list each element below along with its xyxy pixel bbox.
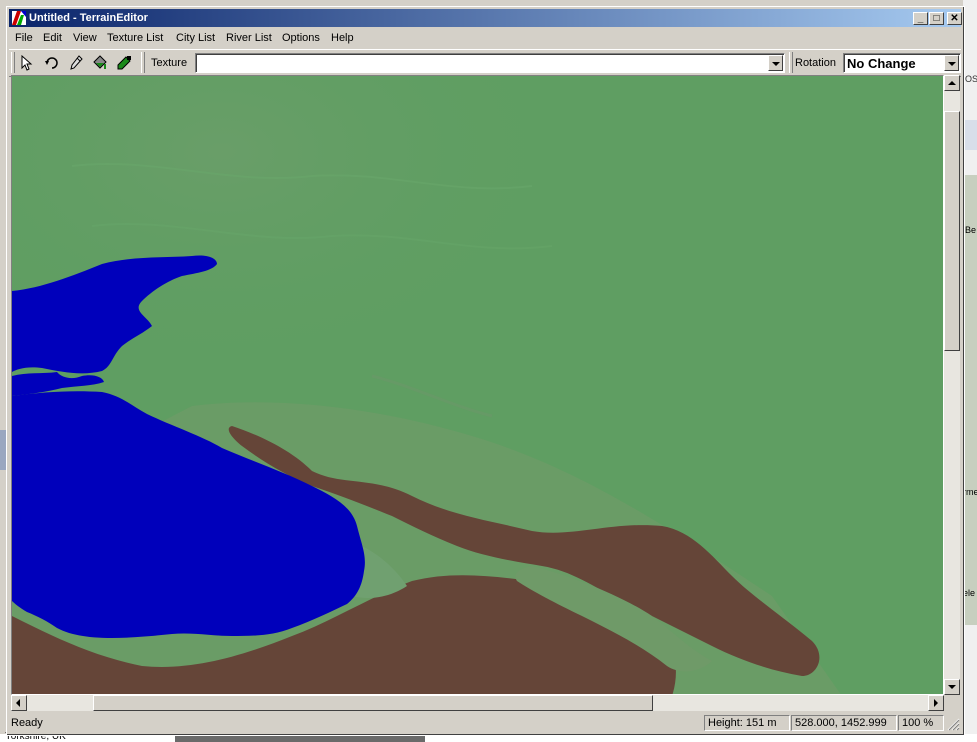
- menu-city-list[interactable]: City List: [176, 32, 215, 44]
- status-ready-text: Ready: [11, 717, 43, 729]
- menu-river-list[interactable]: River List: [226, 32, 272, 44]
- scroll-left-button[interactable]: [11, 695, 27, 711]
- background-text: Be: [965, 225, 977, 235]
- terrain-map: [12, 76, 943, 694]
- window-title: Untitled - TerrainEditor: [29, 12, 148, 24]
- menu-file[interactable]: File: [15, 32, 33, 44]
- status-bar: Ready Height: 151 m 528.000, 1452.999 10…: [9, 714, 961, 732]
- scroll-down-button[interactable]: [944, 679, 960, 695]
- texture-dropdown-arrow[interactable]: [768, 55, 783, 71]
- vertical-scroll-thumb[interactable]: [944, 111, 960, 351]
- rotation-label: Rotation: [795, 57, 836, 69]
- pencil-icon: [70, 55, 83, 70]
- status-coordinates: 528.000, 1452.999: [791, 715, 897, 731]
- menu-edit[interactable]: Edit: [43, 32, 62, 44]
- terrain-map-view[interactable]: [11, 75, 944, 695]
- menu-view[interactable]: View: [73, 32, 97, 44]
- rotation-select[interactable]: No Change: [843, 53, 961, 73]
- texture-select[interactable]: [195, 53, 785, 73]
- paint-bucket-icon: [93, 55, 107, 69]
- maximize-button[interactable]: □: [929, 12, 944, 25]
- horizontal-scrollbar[interactable]: [11, 695, 944, 711]
- toolbar-separator: [789, 52, 793, 73]
- scroll-right-button[interactable]: [928, 695, 944, 711]
- terrain-editor-window: Untitled - TerrainEditor _ □ ✕ File Edit…: [6, 6, 965, 736]
- select-arrow-icon: [21, 55, 33, 71]
- menu-texture-list[interactable]: Texture List: [107, 32, 163, 44]
- resize-grip-icon[interactable]: [947, 718, 960, 731]
- toolbar-separator: [141, 52, 145, 73]
- select-tool-button[interactable]: [16, 53, 38, 73]
- menu-options[interactable]: Options: [282, 32, 320, 44]
- toolbar-grip[interactable]: [11, 52, 15, 73]
- minimize-button[interactable]: _: [913, 12, 928, 25]
- eyedropper-icon: [117, 56, 131, 70]
- eyedropper-tool-button[interactable]: [113, 53, 135, 73]
- pencil-tool-button[interactable]: [65, 53, 87, 73]
- app-icon: [12, 11, 26, 25]
- scrollbar-corner: [944, 695, 960, 711]
- fill-tool-button[interactable]: [89, 53, 111, 73]
- status-height: Height: 151 m: [704, 715, 790, 731]
- menu-bar: File Edit View Texture List City List Ri…: [9, 29, 961, 47]
- background-window: OS Be rme ele: [963, 0, 977, 742]
- close-button[interactable]: ✕: [947, 12, 962, 25]
- toolbar: Texture Rotation No Change: [9, 49, 961, 77]
- texture-label: Texture: [151, 57, 188, 69]
- rotate-icon: [45, 57, 58, 69]
- rotate-tool-button[interactable]: [41, 53, 63, 73]
- background-text: OS: [965, 74, 977, 84]
- rotation-dropdown-arrow[interactable]: [944, 55, 959, 71]
- vertical-scrollbar[interactable]: [944, 75, 960, 695]
- background-text: rme: [963, 487, 977, 497]
- menu-help[interactable]: Help: [331, 32, 354, 44]
- background-map: [963, 175, 977, 625]
- scroll-up-button[interactable]: [944, 75, 960, 91]
- status-zoom: 100 %: [898, 715, 944, 731]
- title-bar[interactable]: Untitled - TerrainEditor _ □ ✕: [9, 9, 962, 27]
- horizontal-scroll-thumb[interactable]: [93, 695, 653, 711]
